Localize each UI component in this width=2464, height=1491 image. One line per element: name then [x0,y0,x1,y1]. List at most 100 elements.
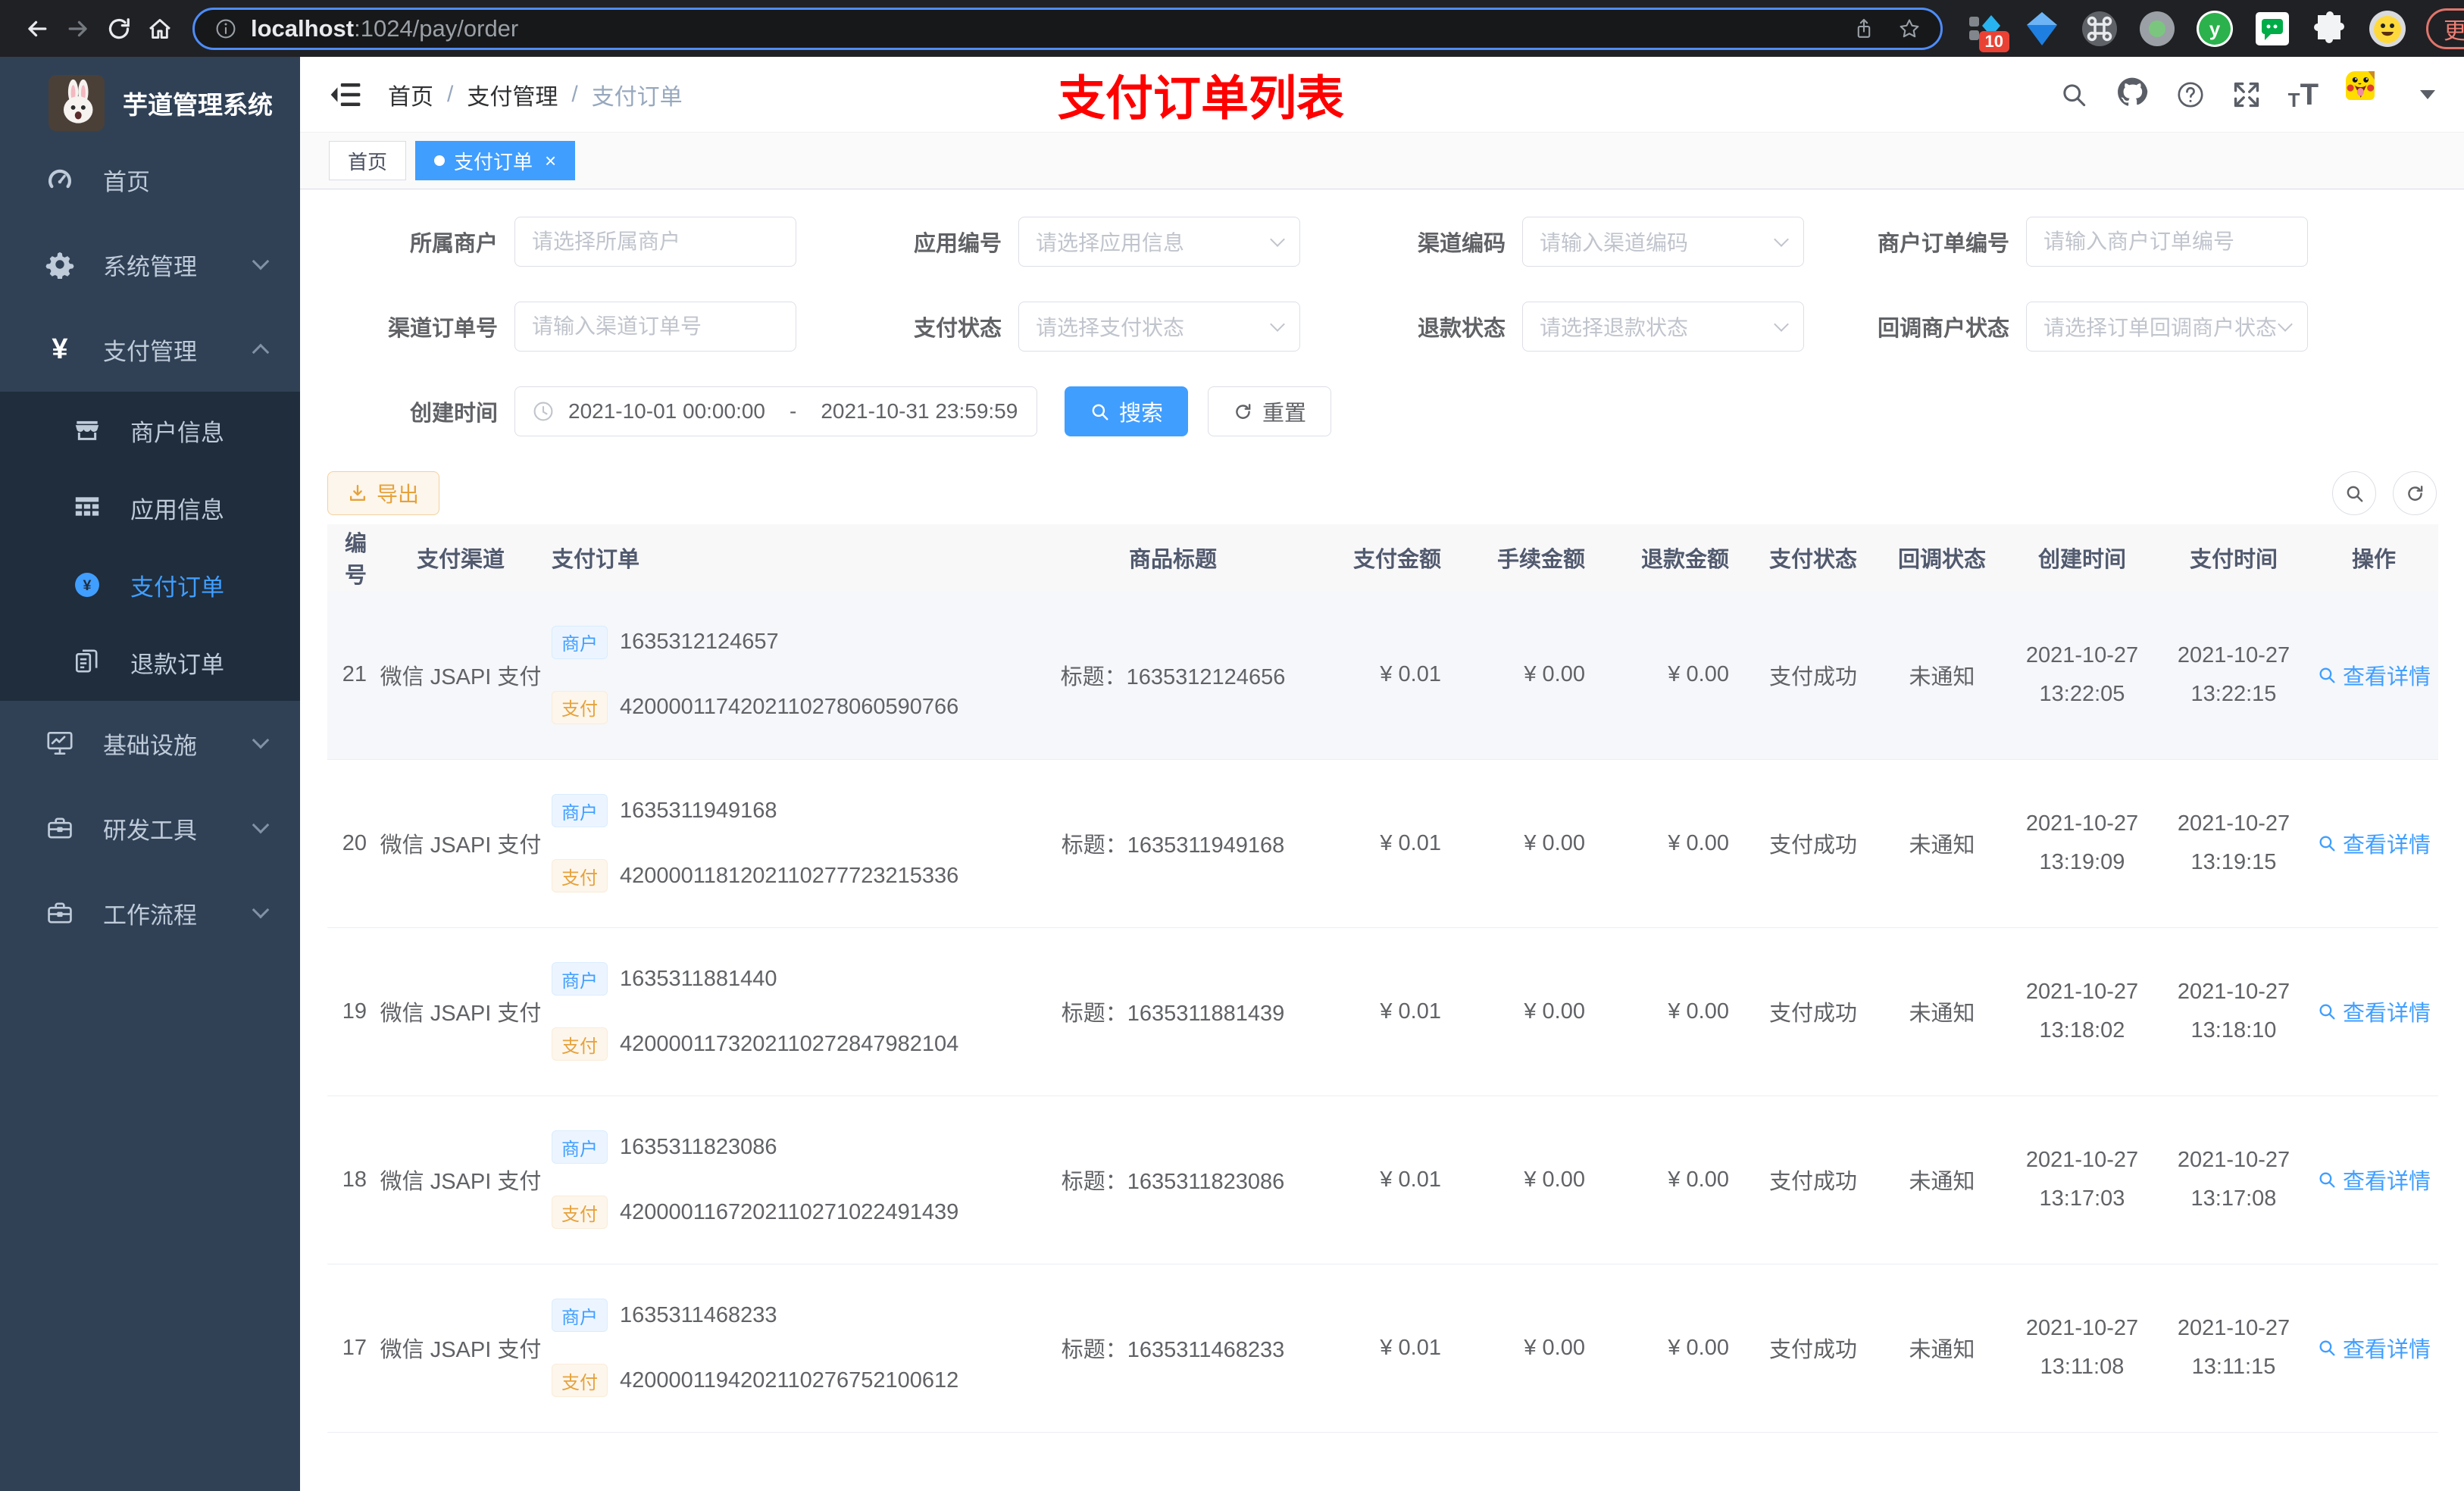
yen-circle-icon: ¥ [70,570,105,599]
browser-home-button[interactable] [139,8,180,49]
green-dot-extension-icon[interactable] [2138,10,2176,48]
create-time-range-picker[interactable]: 2021-10-01 00:00:00 - 2021-10-31 23:59:5… [514,386,1037,436]
sidebar-item-workflow[interactable]: 工作流程 [0,871,300,955]
extensions-puzzle-icon[interactable] [2311,10,2349,48]
show-search-button[interactable] [2332,471,2376,515]
search-icon [2319,1004,2335,1020]
channel-order-no-input[interactable] [532,314,779,339]
devtools-extension-icon[interactable]: 10 [1965,10,2009,52]
sidebar-item-label: 应用信息 [130,496,224,524]
view-detail-link[interactable]: 查看详情 [2317,996,2431,1027]
channel-code-label: 渠道编码 [1417,232,1506,256]
sidebar-item-dev-tools[interactable]: 研发工具 [0,786,300,871]
search-icon [2319,667,2335,683]
tab-pay-order[interactable]: 支付订单 × [415,141,576,180]
bookmark-star-icon[interactable] [1898,17,1921,40]
sidebar-item-label: 首页 [103,168,150,195]
merchant-tag: 商户 [552,962,608,996]
merchant-tag: 商户 [552,1299,608,1332]
browser-update-button[interactable]: 更新 ⋮ [2426,8,2464,49]
pay-tag: 支付 [552,1027,608,1061]
fullscreen-icon[interactable] [2232,80,2261,109]
merchant-tag: 商户 [552,625,608,659]
callback-status-select[interactable]: 请选择订单回调商户状态 [2026,302,2308,352]
avatar-caret-icon[interactable] [2420,89,2435,99]
page-content: 所属商户 应用编号 请选择应用信息 渠道编码 请输入渠道编码 [300,189,2464,1491]
sidebar-item-home[interactable]: 首页 [0,137,300,222]
col-id: 编号 [327,524,370,591]
view-detail-link[interactable]: 查看详情 [2317,1164,2431,1196]
sidebar-item-refund-order[interactable]: 退款订单 [0,624,300,701]
site-info-icon[interactable] [214,17,237,40]
table-header-row: 编号 支付渠道 支付订单 商品标题 支付金额 手续金额 退款金额 支付状态 回调… [327,524,2438,591]
avatar[interactable] [2346,70,2393,118]
tab-label: 首页 [348,150,388,173]
sidebar-item-pay-order[interactable]: ¥ 支付订单 [0,546,300,624]
owner-merchant-input[interactable] [532,230,779,254]
browser-extensions: 10 y [1965,10,2406,52]
tab-home[interactable]: 首页 [329,141,407,180]
browser-forward-button[interactable] [58,8,98,49]
download-icon [349,484,366,502]
pay-tag: 支付 [552,1364,608,1397]
toolbox-icon [42,899,77,927]
emoji-extension-icon[interactable] [2369,10,2406,48]
browser-toolbar: localhost:1024/pay/order 10 y 更 [0,0,2464,57]
channel-order-no: 4200001181202110277723215336 [620,863,959,888]
github-icon[interactable] [2115,76,2149,113]
sidebar: 芋道管理系统 首页 系统管理 ¥ 支付管理 商户信息 应用信息 ¥ 支付订单 退… [0,57,300,1491]
channel-code-select[interactable]: 请输入渠道编码 [1522,217,1804,267]
url-text: localhost:1024/pay/order [251,14,519,42]
sidebar-item-label: 支付订单 [130,574,224,601]
search-icon [2347,486,2362,502]
y-extension-icon[interactable]: y [2196,10,2234,48]
sidebar-item-label: 基础设施 [103,732,197,759]
breadcrumb: 首页 / 支付管理 / 支付订单 [388,78,683,111]
browser-back-button[interactable] [17,8,58,49]
chevron-down-icon [1774,232,1789,247]
refund-status-select[interactable]: 请选择退款状态 [1522,302,1804,352]
sidebar-item-infrastructure[interactable]: 基础设施 [0,701,300,786]
breadcrumb-home[interactable]: 首页 [388,78,433,111]
channel-order-no-field[interactable] [514,302,796,352]
font-size-icon[interactable]: TT [2288,80,2319,110]
merchant-order-no-field[interactable] [2026,217,2308,267]
help-icon[interactable] [2176,80,2205,109]
browser-address-bar[interactable]: localhost:1024/pay/order [192,7,1943,50]
chat-extension-icon[interactable] [2253,10,2291,48]
table-row: 18 微信 JSAPI 支付 商户 1635311823086 支付 4200001… [327,1096,2438,1264]
merchant-order-no-input[interactable] [2043,230,2290,254]
owner-merchant-field[interactable] [514,217,796,267]
reset-button[interactable]: 重置 [1208,386,1332,436]
channel-order-no: 4200001167202110271022491439 [620,1199,959,1224]
view-detail-link[interactable]: 查看详情 [2317,827,2431,859]
view-detail-link[interactable]: 查看详情 [2317,659,2431,691]
search-icon [1092,404,1108,420]
extension-badge: 10 [1978,30,2009,52]
sidebar-collapse-icon[interactable] [329,78,362,111]
date-start: 2021-10-01 00:00:00 [568,399,765,423]
sketch-extension-icon[interactable] [2023,10,2061,48]
pay-status-select[interactable]: 请选择支付状态 [1018,302,1300,352]
sidebar-item-pay[interactable]: ¥ 支付管理 [0,307,300,392]
browser-reload-button[interactable] [98,8,139,49]
export-button[interactable]: 导出 [327,471,440,515]
search-icon[interactable] [2059,80,2088,109]
sidebar-item-system[interactable]: 系统管理 [0,222,300,307]
sidebar-item-app-info[interactable]: 应用信息 [0,469,300,546]
view-detail-link[interactable]: 查看详情 [2317,1332,2431,1364]
active-dot-icon [434,155,446,166]
search-button[interactable]: 搜索 [1065,386,1189,436]
breadcrumb-pay[interactable]: 支付管理 [467,78,558,111]
pay-tag: 支付 [552,1196,608,1229]
svg-text:y: y [2209,17,2221,40]
share-icon[interactable] [1853,17,1875,40]
sidebar-item-merchant-info[interactable]: 商户信息 [0,392,300,469]
table-row: 商户1635311354796 [327,1432,2438,1491]
app-no-select[interactable]: 请选择应用信息 [1018,217,1300,267]
tab-close-icon[interactable]: × [545,149,556,173]
refresh-table-button[interactable] [2393,471,2437,515]
command-extension-icon[interactable] [2081,10,2118,48]
shop-icon [70,416,105,445]
channel-order-no: 4200001173202110272847982104 [620,1031,959,1056]
